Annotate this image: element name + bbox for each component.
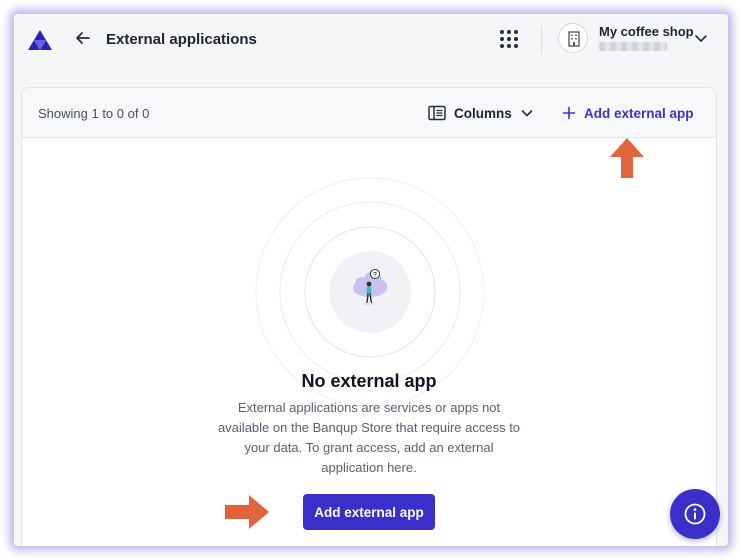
app-window: External applications My coffee shop Sho…	[14, 14, 728, 546]
building-icon	[568, 31, 580, 47]
header-divider	[541, 26, 542, 54]
add-external-app-button[interactable]: Add external app	[303, 494, 435, 530]
grid-dots-icon[interactable]	[498, 28, 520, 50]
shop-avatar[interactable]	[558, 23, 588, 53]
columns-button[interactable]: Columns	[428, 103, 534, 123]
shop-name[interactable]: My coffee shop	[599, 24, 694, 39]
pagination-summary: Showing 1 to 0 of 0	[38, 106, 150, 121]
columns-label: Columns	[454, 105, 512, 121]
empty-state-title: No external app	[301, 371, 437, 391]
annotation-arrow-up-icon	[610, 138, 644, 178]
page-title: External applications	[106, 31, 257, 48]
add-external-app-link-label: Add external app	[584, 105, 694, 121]
arrow-left-icon[interactable]	[72, 27, 94, 49]
table-toolbar: Showing 1 to 0 of 0 Columns Add external…	[22, 88, 716, 138]
help-button[interactable]	[670, 489, 720, 539]
add-external-app-link[interactable]: Add external app	[562, 103, 694, 123]
shop-subtitle-blurred	[599, 42, 667, 51]
svg-text:?: ?	[373, 272, 377, 279]
plus-icon	[562, 106, 576, 120]
annotation-arrow-right-icon	[225, 495, 269, 529]
columns-icon	[428, 105, 446, 121]
triangle-logo-icon[interactable]	[28, 30, 52, 50]
top-bar: External applications My coffee shop	[14, 14, 728, 64]
chevron-down-icon	[521, 110, 533, 117]
chevron-down-icon[interactable]	[693, 30, 709, 46]
info-icon	[684, 503, 706, 525]
empty-state-description: External applications are services or ap…	[217, 400, 521, 475]
